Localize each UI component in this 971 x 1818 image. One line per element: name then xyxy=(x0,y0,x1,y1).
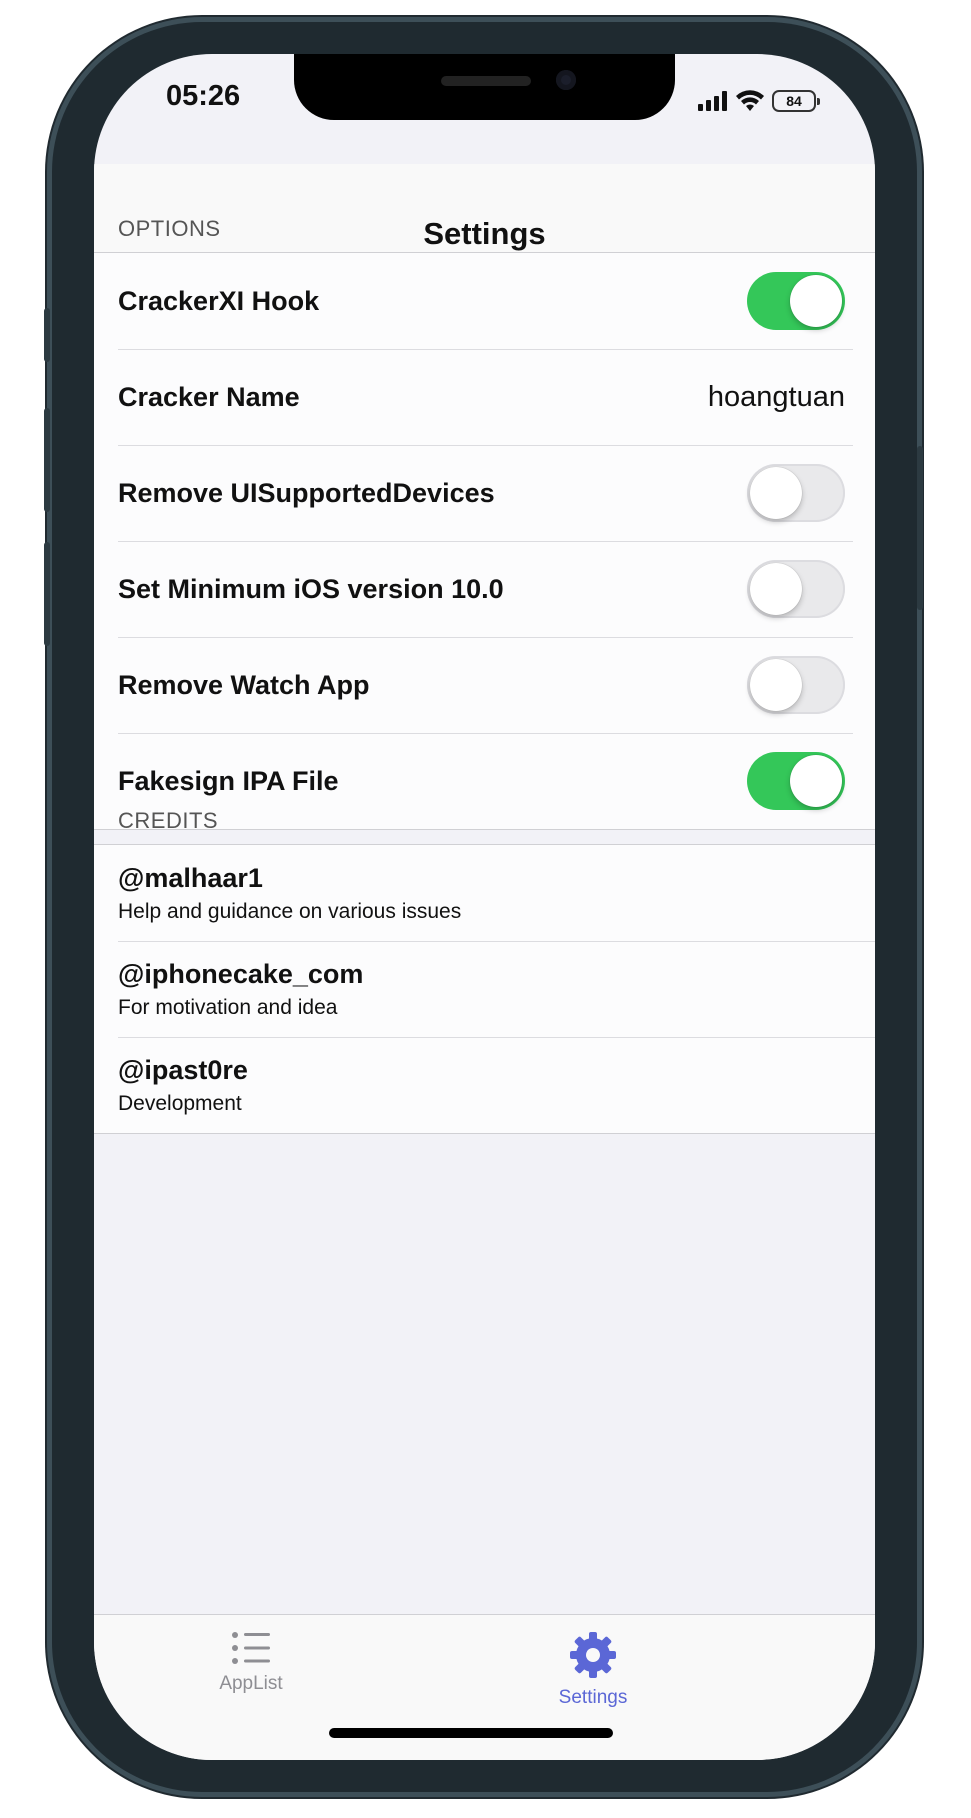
option-row-set-minimum-ios: Set Minimum iOS version 10.0 xyxy=(94,541,875,637)
set-minimum-ios-toggle[interactable] xyxy=(747,560,845,618)
cellular-signal-icon xyxy=(698,91,727,111)
credits-header-label: CREDITS xyxy=(118,808,219,833)
status-time: 05:26 xyxy=(166,80,241,112)
option-row-crackerxi-hook: CrackerXI Hook xyxy=(94,253,875,349)
option-label: Remove Watch App xyxy=(118,669,370,700)
credits-section-header: CREDITS xyxy=(94,780,875,846)
options-group: CrackerXI Hook Cracker Name hoangtuan Re… xyxy=(94,252,875,830)
credit-title: @ipast0re xyxy=(118,1054,248,1085)
speaker xyxy=(441,76,531,86)
toggle-knob xyxy=(790,275,842,327)
cracker-name-value[interactable]: hoangtuan xyxy=(708,381,845,414)
credit-subtitle: Help and guidance on various issues xyxy=(118,899,462,923)
credit-item[interactable]: @malhaar1 Help and guidance on various i… xyxy=(94,845,875,941)
home-indicator xyxy=(329,1728,613,1738)
credit-title: @iphonecake_com xyxy=(118,958,364,989)
option-label: CrackerXI Hook xyxy=(118,285,320,316)
list-icon xyxy=(232,1632,270,1664)
wifi-icon xyxy=(736,90,764,111)
toggle-knob xyxy=(750,659,802,711)
side-button-volume-up xyxy=(44,408,50,512)
remove-watch-app-toggle[interactable] xyxy=(747,656,845,714)
credit-title: @malhaar1 xyxy=(118,862,263,893)
phone-screen: 05:26 84 Settings OPTIONS CrackerXI Hook xyxy=(94,54,875,1760)
credit-subtitle: Development xyxy=(118,1091,242,1115)
option-label: Cracker Name xyxy=(118,381,300,412)
toggle-knob xyxy=(750,467,802,519)
side-button-volume-down xyxy=(44,542,50,646)
battery-level: 84 xyxy=(786,93,802,109)
toggle-knob xyxy=(750,563,802,615)
crackerxi-hook-toggle[interactable] xyxy=(747,272,845,330)
notch xyxy=(294,54,675,120)
side-button-mute xyxy=(44,308,50,362)
gear-icon xyxy=(570,1632,616,1678)
credits-group: @malhaar1 Help and guidance on various i… xyxy=(94,844,875,1134)
credit-subtitle: For motivation and idea xyxy=(118,995,338,1019)
tab-bar: AppList Settings xyxy=(94,1614,875,1760)
tab-label-settings: Settings xyxy=(558,1687,628,1708)
option-label: Set Minimum iOS version 10.0 xyxy=(118,573,504,604)
remove-uisupporteddevices-toggle[interactable] xyxy=(747,464,845,522)
tab-applist[interactable]: AppList xyxy=(171,1631,331,1695)
front-camera xyxy=(556,70,576,90)
option-row-remove-watch-app: Remove Watch App xyxy=(94,637,875,733)
credit-item[interactable]: @ipast0re Development xyxy=(94,1037,875,1133)
option-row-cracker-name[interactable]: Cracker Name hoangtuan xyxy=(94,349,875,445)
side-button-power xyxy=(917,446,923,610)
option-label: Remove UISupportedDevices xyxy=(118,477,495,508)
option-row-remove-uisupporteddevices: Remove UISupportedDevices xyxy=(94,445,875,541)
credit-item[interactable]: @iphonecake_com For motivation and idea xyxy=(94,941,875,1037)
status-indicators: 84 xyxy=(698,90,820,112)
battery-icon: 84 xyxy=(772,90,820,112)
tab-label-applist: AppList xyxy=(219,1673,283,1694)
tab-settings[interactable]: Settings xyxy=(513,1631,673,1709)
options-section-header: OPTIONS xyxy=(94,188,875,254)
options-header-label: OPTIONS xyxy=(118,216,221,241)
